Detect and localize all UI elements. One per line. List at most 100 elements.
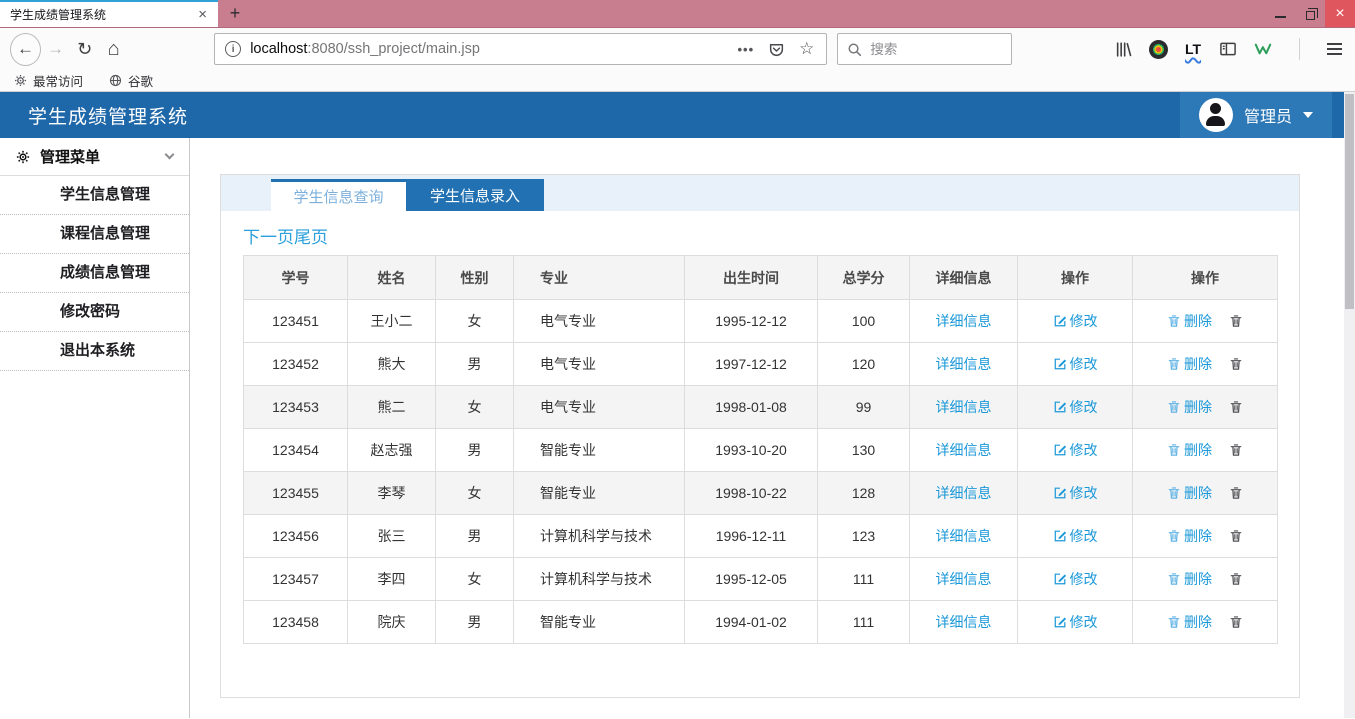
toolbar-extensions: LT	[1112, 38, 1345, 60]
trash-icon-gray[interactable]	[1229, 443, 1243, 457]
url-host: localhost	[250, 41, 307, 57]
languagetool-icon[interactable]: LT	[1182, 38, 1204, 60]
cell-total-credits: 100	[818, 300, 910, 343]
new-tab-button[interactable]	[218, 0, 252, 27]
caret-down-icon	[1303, 112, 1313, 118]
url-bar[interactable]: localhost:8080/ssh_project/main.jsp	[214, 33, 827, 65]
delete-link[interactable]: 删除	[1167, 440, 1212, 460]
sidebar-item-course-info[interactable]: 课程信息管理	[0, 215, 189, 254]
trash-icon-gray[interactable]	[1229, 400, 1243, 414]
edit-link[interactable]: 修改	[1053, 612, 1098, 632]
details-link[interactable]: 详细信息	[936, 612, 992, 632]
panel-body: 下一页尾页 学号 姓名 性别 专业 出生时间	[221, 211, 1299, 644]
cell-major: 电气专业	[514, 343, 685, 386]
delete-link[interactable]: 删除	[1167, 354, 1212, 374]
sidebar: 管理菜单 学生信息管理 课程信息管理 成绩信息管理 修改密码 退出本系统	[0, 138, 190, 718]
tab-close-icon[interactable]	[196, 7, 209, 22]
sidebar-item-student-info[interactable]: 学生信息管理	[0, 176, 189, 215]
admin-name: 管理员	[1244, 103, 1292, 127]
details-link[interactable]: 详细信息	[936, 569, 992, 589]
trash-icon-gray[interactable]	[1229, 572, 1243, 586]
edit-icon	[1053, 615, 1067, 629]
trash-icon-gray[interactable]	[1229, 615, 1243, 629]
home-button[interactable]	[99, 34, 128, 65]
search-input[interactable]	[870, 42, 990, 57]
tab-student-query[interactable]: 学生信息查询	[271, 179, 406, 211]
site-info-icon[interactable]	[225, 41, 241, 57]
delete-link[interactable]: 删除	[1167, 612, 1212, 632]
url-path: :8080/ssh_project/main.jsp	[307, 41, 480, 57]
extension-color-circle-icon[interactable]	[1147, 38, 1169, 60]
delete-link[interactable]: 删除	[1167, 569, 1212, 589]
tab-student-entry[interactable]: 学生信息录入	[406, 179, 544, 211]
search-icon	[847, 42, 862, 57]
window-minimize-button[interactable]	[1265, 0, 1295, 27]
trash-icon-gray[interactable]	[1229, 314, 1243, 328]
edit-link[interactable]: 修改	[1053, 483, 1098, 503]
page-scrollbar[interactable]	[1344, 92, 1355, 718]
trash-icon-gray[interactable]	[1229, 357, 1243, 371]
pocket-icon[interactable]	[761, 41, 792, 58]
trash-icon-gray[interactable]	[1229, 486, 1243, 500]
trash-icon-blue	[1167, 529, 1181, 543]
delete-link[interactable]: 删除	[1167, 526, 1212, 546]
window-restore-button[interactable]	[1295, 0, 1325, 27]
cell-total-credits: 99	[818, 386, 910, 429]
sidebar-toggle-icon[interactable]	[1217, 38, 1239, 60]
table-header-row: 学号 姓名 性别 专业 出生时间 总学分 详细信息 操作 操作	[244, 256, 1278, 300]
window-close-button[interactable]	[1325, 0, 1355, 27]
col-header-major: 专业	[514, 256, 685, 300]
details-link[interactable]: 详细信息	[936, 483, 992, 503]
delete-link[interactable]: 删除	[1167, 397, 1212, 417]
edit-link[interactable]: 修改	[1053, 440, 1098, 460]
pagination: 下一页尾页	[243, 223, 1277, 245]
sidebar-item-change-password[interactable]: 修改密码	[0, 293, 189, 332]
next-page-link[interactable]: 下一页	[243, 228, 294, 247]
trash-icon-gray[interactable]	[1229, 529, 1243, 543]
cell-birth-date: 1998-10-22	[685, 472, 818, 515]
last-page-link[interactable]: 尾页	[294, 228, 328, 247]
cell-total-credits: 123	[818, 515, 910, 558]
edit-link[interactable]: 修改	[1053, 311, 1098, 331]
details-link[interactable]: 详细信息	[936, 311, 992, 331]
delete-link[interactable]: 删除	[1167, 311, 1212, 331]
cell-gender: 男	[436, 515, 514, 558]
details-link[interactable]: 详细信息	[936, 526, 992, 546]
scrollbar-thumb[interactable]	[1345, 94, 1354, 309]
cell-student-id: 123458	[244, 601, 348, 644]
edit-link[interactable]: 修改	[1053, 569, 1098, 589]
menu-button[interactable]	[1323, 38, 1345, 60]
sidebar-item-score-info[interactable]: 成绩信息管理	[0, 254, 189, 293]
back-button[interactable]	[10, 33, 41, 66]
edit-link[interactable]: 修改	[1053, 354, 1098, 374]
reload-button[interactable]	[70, 34, 99, 65]
sidebar-menu-header[interactable]: 管理菜单	[0, 138, 189, 176]
bookmark-star-icon[interactable]	[792, 39, 816, 59]
edit-link[interactable]: 修改	[1053, 397, 1098, 417]
admin-dropdown[interactable]: 管理员	[1180, 92, 1332, 138]
content-panel: 学生信息查询 学生信息录入 下一页尾页 学号 姓名	[220, 174, 1300, 698]
details-link[interactable]: 详细信息	[936, 440, 992, 460]
bookmark-top-sites[interactable]: 最常访问	[14, 71, 83, 90]
search-bar[interactable]	[837, 33, 1012, 65]
delete-link[interactable]: 删除	[1167, 483, 1212, 503]
edit-link[interactable]: 修改	[1053, 526, 1098, 546]
titlebar-spacer	[252, 0, 1265, 27]
cell-major: 智能专业	[514, 601, 685, 644]
details-link[interactable]: 详细信息	[936, 397, 992, 417]
color-circle	[1149, 40, 1168, 59]
hamburger-icon	[1327, 48, 1342, 50]
toolbar-divider	[1299, 38, 1300, 60]
bookmark-google[interactable]: 谷歌	[109, 71, 153, 90]
student-table: 学号 姓名 性别 专业 出生时间 总学分 详细信息 操作 操作	[243, 255, 1278, 644]
library-icon[interactable]	[1112, 38, 1134, 60]
cell-name: 李四	[348, 558, 436, 601]
page-actions-icon[interactable]	[731, 42, 762, 57]
forward-button[interactable]	[41, 34, 70, 65]
wappalyzer-icon[interactable]	[1252, 38, 1274, 60]
details-link[interactable]: 详细信息	[936, 354, 992, 374]
browser-tab[interactable]: 学生成绩管理系统	[0, 0, 218, 27]
sidebar-item-logout[interactable]: 退出本系统	[0, 332, 189, 371]
cell-major: 电气专业	[514, 300, 685, 343]
browser-titlebar: 学生成绩管理系统	[0, 0, 1355, 28]
